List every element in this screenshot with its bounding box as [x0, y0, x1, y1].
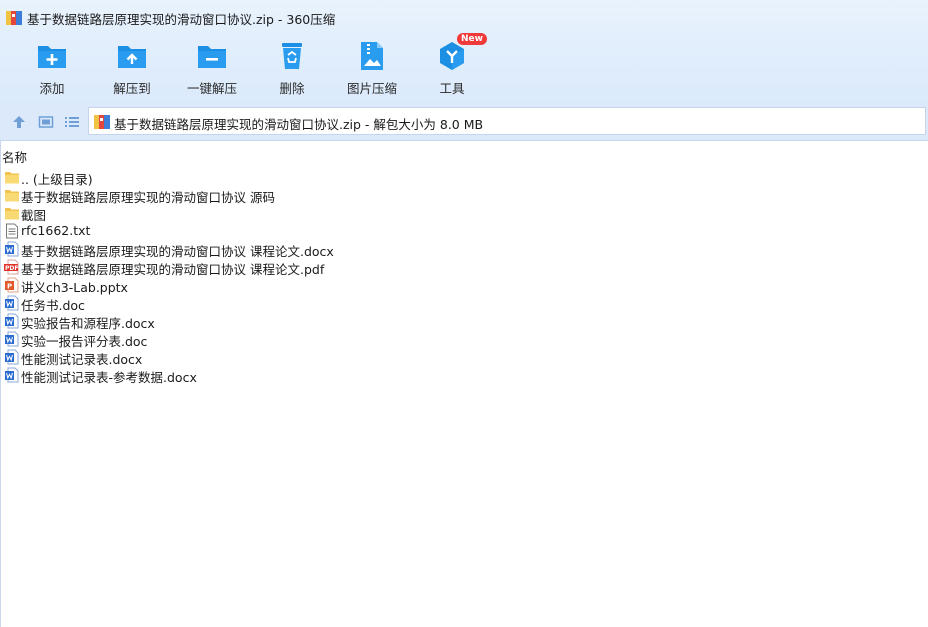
- extract-to-button[interactable]: 解压到: [92, 34, 172, 104]
- thumbnail-view-icon[interactable]: [38, 114, 54, 130]
- word-file-icon: [5, 295, 19, 311]
- new-badge: New: [457, 33, 487, 45]
- extract-to-label: 解压到: [113, 81, 151, 96]
- word-file-icon: [5, 367, 19, 383]
- file-row[interactable]: P 讲义ch3-Lab.pptx: [4, 276, 904, 295]
- folder-icon: [5, 172, 19, 184]
- file-row[interactable]: rfc1662.txt: [4, 222, 904, 240]
- file-name: rfc1662.txt: [21, 223, 91, 238]
- file-row[interactable]: 实验报告和源程序.docx: [4, 312, 904, 331]
- image-compress-label: 图片压缩: [346, 81, 397, 96]
- file-row[interactable]: 基于数据链路层原理实现的滑动窗口协议 源码: [4, 186, 904, 205]
- add-label: 添加: [39, 81, 65, 96]
- file-name: 性能测试记录表-参考数据.docx: [21, 370, 197, 385]
- folder-icon: [5, 190, 19, 202]
- window-title: 基于数据链路层原理实现的滑动窗口协议.zip - 360压缩: [27, 12, 336, 27]
- one-click-extract-icon: [198, 46, 226, 68]
- tools-label: 工具: [439, 81, 465, 96]
- add-folder-icon: [38, 46, 66, 68]
- word-file-icon: [5, 313, 19, 329]
- word-file-icon: [5, 241, 19, 257]
- svg-text:P: P: [7, 283, 12, 291]
- recycle-bin-icon: [282, 43, 302, 69]
- zip-archive-icon: [6, 11, 22, 25]
- title-bar: 基于数据链路层原理实现的滑动窗口协议.zip - 360压缩: [0, 0, 928, 34]
- file-list: 名称 .. (上级目录) 基于数据链路层原理实现的滑动窗口协议 源码 截图 rfc16…: [0, 141, 928, 627]
- file-row[interactable]: .. (上级目录): [4, 168, 904, 187]
- extract-folder-icon: [118, 46, 146, 68]
- file-row[interactable]: 基于数据链路层原理实现的滑动窗口协议 课程论文.docx: [4, 240, 904, 259]
- tools-button[interactable]: New 工具: [412, 33, 492, 104]
- image-compress-button[interactable]: 图片压缩: [332, 34, 412, 104]
- folder-icon: [5, 208, 19, 220]
- word-file-icon: [5, 331, 19, 347]
- image-compress-icon: [361, 42, 383, 70]
- up-arrow-icon[interactable]: [11, 114, 27, 130]
- text-file-icon: [6, 223, 18, 239]
- one-click-extract-label: 一键解压: [186, 81, 237, 96]
- zip-archive-icon: [94, 115, 110, 129]
- delete-label: 删除: [279, 81, 305, 96]
- path-field[interactable]: 基于数据链路层原理实现的滑动窗口协议.zip - 解包大小为 8.0 MB: [88, 107, 926, 135]
- list-view-icon[interactable]: [64, 114, 80, 130]
- navigation-bar: 基于数据链路层原理实现的滑动窗口协议.zip - 解包大小为 8.0 MB: [0, 104, 928, 141]
- file-row[interactable]: 截图: [4, 204, 904, 223]
- file-row[interactable]: 实验一报告评分表.doc: [4, 330, 904, 349]
- delete-button[interactable]: 删除: [252, 34, 332, 104]
- pdf-file-icon: PDF: [4, 259, 19, 275]
- file-row[interactable]: 性能测试记录表-参考数据.docx: [4, 366, 904, 385]
- path-text: 基于数据链路层原理实现的滑动窗口协议.zip - 解包大小为 8.0 MB: [114, 117, 484, 132]
- one-click-extract-button[interactable]: 一键解压: [172, 34, 252, 104]
- word-file-icon: [5, 349, 19, 365]
- main-toolbar: 添加 解压到 一键解压 删除 图片压缩 New 工具: [0, 33, 928, 104]
- column-header-name[interactable]: 名称: [2, 147, 27, 166]
- file-row[interactable]: PDF 基于数据链路层原理实现的滑动窗口协议 课程论文.pdf: [4, 258, 904, 277]
- svg-text:PDF: PDF: [5, 265, 18, 272]
- powerpoint-file-icon: P: [5, 277, 19, 293]
- add-button[interactable]: 添加: [12, 34, 92, 104]
- file-row[interactable]: 性能测试记录表.docx: [4, 348, 904, 367]
- file-row[interactable]: 任务书.doc: [4, 294, 904, 313]
